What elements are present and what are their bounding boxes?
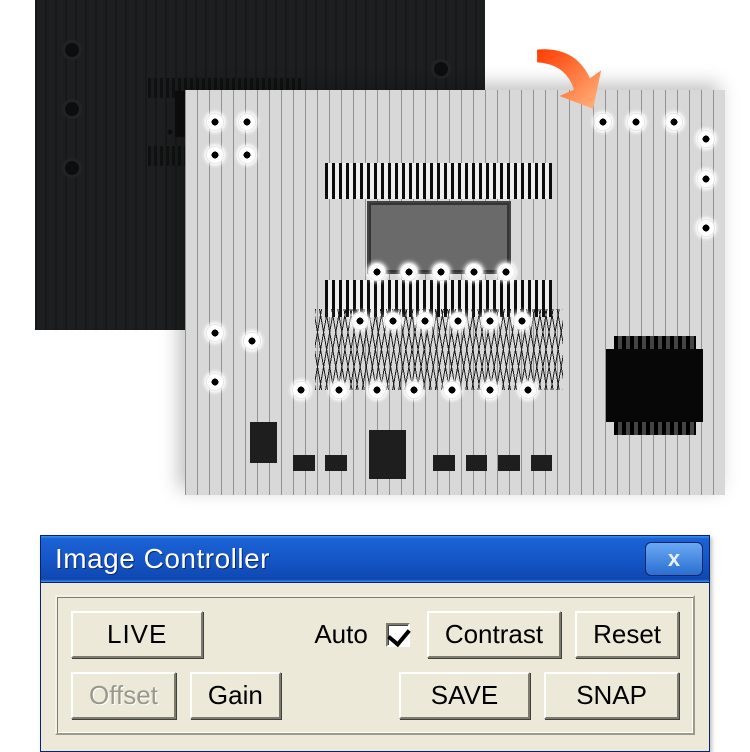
live-button[interactable]: LIVE [71,611,203,658]
dialog-title: Image Controller [55,543,270,575]
dialog-client: LIVE Auto Contrast Reset Offset Gain SAV… [41,583,709,751]
pcb-image-after [185,90,725,495]
save-button[interactable]: SAVE [399,672,530,719]
offset-button: Offset [71,672,176,719]
auto-checkbox[interactable] [386,623,410,647]
close-icon: x [668,546,680,572]
reset-button[interactable]: Reset [575,611,679,658]
close-button[interactable]: x [645,542,703,576]
controls-group: LIVE Auto Contrast Reset Offset Gain SAV… [55,595,695,735]
snap-button[interactable]: SNAP [544,672,679,719]
auto-label: Auto [314,619,368,650]
row-bottom: Offset Gain SAVE SNAP [71,672,679,719]
row-top: LIVE Auto Contrast Reset [71,611,679,658]
contrast-button[interactable]: Contrast [427,611,561,658]
titlebar[interactable]: Image Controller x [41,536,709,583]
gain-button[interactable]: Gain [190,672,281,719]
image-controller-dialog: Image Controller x LIVE Auto Contrast Re… [40,535,710,752]
